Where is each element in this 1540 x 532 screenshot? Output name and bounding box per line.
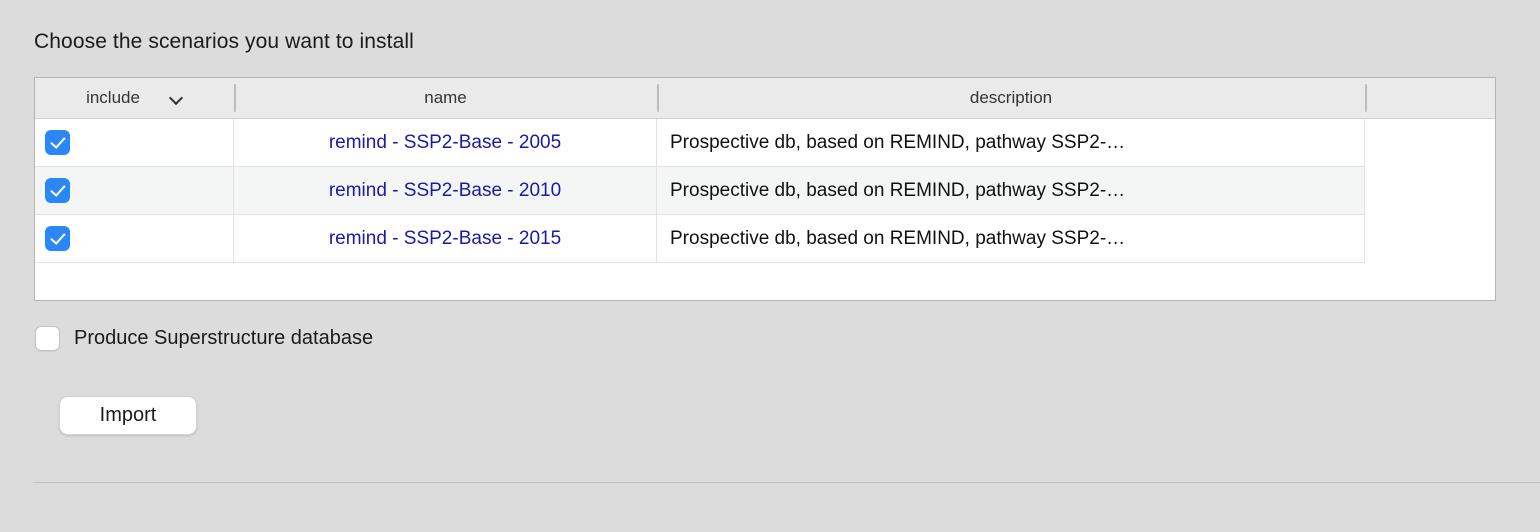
table-row[interactable]: remind - SSP2-Base - 2015 Prospective db… <box>35 215 1495 263</box>
row-description-cell: Prospective db, based on REMIND, pathway… <box>657 215 1365 262</box>
scenario-name-link[interactable]: remind - SSP2-Base - 2015 <box>329 228 561 250</box>
chevron-down-icon[interactable] <box>170 93 183 106</box>
row-include-cell[interactable] <box>35 119 234 166</box>
scenarios-table: include name description remind - SSP2-B… <box>34 77 1496 301</box>
scenario-install-panel: Choose the scenarios you want to install… <box>0 0 1540 532</box>
column-header-description[interactable]: description <box>657 78 1365 118</box>
section-divider <box>33 482 1540 483</box>
include-checkbox[interactable] <box>45 226 70 251</box>
scenario-name-link[interactable]: remind - SSP2-Base - 2010 <box>329 180 561 202</box>
table-row[interactable]: remind - SSP2-Base - 2005 Prospective db… <box>35 119 1495 167</box>
scenario-name-link[interactable]: remind - SSP2-Base - 2005 <box>329 132 561 154</box>
column-header-include-label: include <box>86 88 140 107</box>
page-title: Choose the scenarios you want to install <box>34 30 414 53</box>
superstructure-option[interactable]: Produce Superstructure database <box>35 326 373 351</box>
row-include-cell[interactable] <box>35 215 234 262</box>
scenario-description: Prospective db, based on REMIND, pathway… <box>670 179 1126 201</box>
row-name-cell[interactable]: remind - SSP2-Base - 2005 <box>234 119 657 166</box>
table-row[interactable]: remind - SSP2-Base - 2010 Prospective db… <box>35 167 1495 215</box>
scenario-description: Prospective db, based on REMIND, pathway… <box>670 131 1126 153</box>
column-header-name-label: name <box>424 88 467 107</box>
row-description-cell: Prospective db, based on REMIND, pathway… <box>657 167 1365 214</box>
superstructure-label: Produce Superstructure database <box>74 327 374 349</box>
table-extra-column-filler <box>1365 119 1495 263</box>
include-checkbox[interactable] <box>45 130 70 155</box>
row-include-cell[interactable] <box>35 167 234 214</box>
column-header-extra[interactable] <box>1365 78 1495 118</box>
scenario-description: Prospective db, based on REMIND, pathway… <box>670 227 1126 249</box>
include-checkbox[interactable] <box>45 178 70 203</box>
row-name-cell[interactable]: remind - SSP2-Base - 2015 <box>234 215 657 262</box>
table-body: remind - SSP2-Base - 2005 Prospective db… <box>35 119 1495 263</box>
superstructure-checkbox[interactable] <box>35 326 60 351</box>
import-button[interactable]: Import <box>59 396 197 435</box>
row-description-cell: Prospective db, based on REMIND, pathway… <box>657 119 1365 166</box>
column-header-description-label: description <box>969 88 1053 107</box>
row-name-cell[interactable]: remind - SSP2-Base - 2010 <box>234 167 657 214</box>
table-header-row: include name description <box>35 78 1495 119</box>
column-header-include[interactable]: include <box>35 78 234 118</box>
column-header-name[interactable]: name <box>234 78 657 118</box>
